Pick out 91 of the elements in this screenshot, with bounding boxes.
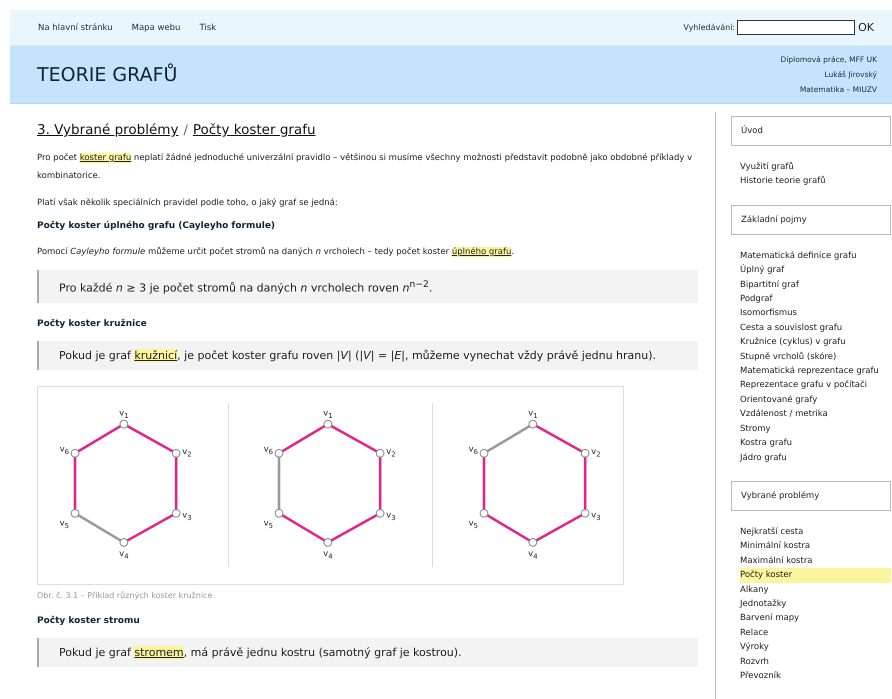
vertex-label: v$_{5}$ xyxy=(468,518,478,530)
graph-vertex xyxy=(528,420,537,429)
sidebar-item[interactable]: Stupně vrcholů (skóre) xyxy=(740,350,891,364)
breadcrumb-separator: / xyxy=(183,123,188,138)
sidebar-item[interactable]: Vzdálenost / metrika xyxy=(740,407,891,422)
sidebar-item[interactable]: Historie teorie grafů xyxy=(740,174,891,189)
vertex-label: v$_{3}$ xyxy=(590,510,600,522)
vertex-label: v$_{2}$ xyxy=(590,447,600,459)
graph-vertex xyxy=(376,449,385,458)
sidebar-item[interactable]: Matematická reprezentace grafu xyxy=(740,364,891,378)
graph-vertex xyxy=(324,538,333,547)
graph-vertex xyxy=(275,509,284,518)
vertex-label: v$_{4}$ xyxy=(119,549,129,561)
vertex-label: v$_{4}$ xyxy=(324,549,334,561)
graph-vertex xyxy=(479,449,488,458)
sidebar-item[interactable]: Matematická definice grafu xyxy=(740,248,891,264)
graph-vertex xyxy=(70,449,80,458)
sidebar-item[interactable]: Jednotažky xyxy=(740,596,891,612)
sidebar-item[interactable]: Relace xyxy=(740,626,891,640)
glossary-link[interactable]: stromem xyxy=(134,646,184,659)
graph-vertex xyxy=(324,420,333,429)
sidebar-section-heading[interactable]: Vybrané problémy xyxy=(731,480,891,511)
sidebar-item[interactable]: Cesta a souvislost grafu xyxy=(740,320,891,336)
figure-caption: Obr. č. 3.1 – Příklad různých koster kružnice xyxy=(37,590,214,600)
sidebar-item[interactable]: Podgraf xyxy=(740,292,891,306)
vertex-label: v$_{1}$ xyxy=(119,408,129,420)
nav-link[interactable]: Na hlavní stránku xyxy=(38,22,113,32)
sidebar-item[interactable]: Kostra grafu xyxy=(740,436,891,450)
vertex-label: v$_{6}$ xyxy=(264,444,274,456)
sidebar-item[interactable]: Barvení mapy xyxy=(740,611,891,626)
search-button[interactable]: OK xyxy=(857,21,892,34)
graph-vertex xyxy=(580,449,590,458)
nav-link[interactable]: Mapa webu xyxy=(132,22,180,32)
sidebar-section-heading[interactable]: Úvod xyxy=(731,116,891,146)
highlighted-rule: Pro každé n ≥ 3 je počet stromů na daných n vrcholech roven n$^{n−2}$. xyxy=(59,278,434,297)
graph-vertex xyxy=(275,449,284,458)
breadcrumb-link[interactable]: 3. Vybrané problémy xyxy=(37,122,178,138)
graph-vertex xyxy=(172,509,181,518)
sidebar-item[interactable]: Převozník xyxy=(740,668,891,684)
sidebar-item[interactable]: Minimální kostra xyxy=(740,539,891,554)
paragraph: Pro počet koster grafu neplatí žádné jednoduché univerzální pravidlo – většinou si musíme všechny možnosti představit podobně jako obdobné příklady v kombinatorice. xyxy=(37,152,694,183)
glossary-link[interactable]: kružnicí xyxy=(134,348,178,362)
sidebar-item[interactable]: Orientované grafy xyxy=(740,392,891,408)
vertex-label: v$_{2}$ xyxy=(182,447,192,459)
graph-vertex xyxy=(120,420,129,429)
section-heading: Počty koster kružnice xyxy=(37,318,148,329)
graph-vertex xyxy=(120,538,129,547)
nav-link[interactable]: Tisk xyxy=(199,22,216,32)
sidebar-item[interactable]: Úplný graf xyxy=(740,263,891,278)
sidebar-item[interactable]: Počty koster xyxy=(740,568,891,583)
vertex-label: v$_{3}$ xyxy=(182,510,192,522)
section-heading: Počty koster stromu xyxy=(37,616,141,626)
sidebar-item[interactable]: Kružnice (cyklus) v grafu xyxy=(740,335,891,350)
sidebar-item[interactable]: Jádro grafu xyxy=(740,450,891,465)
sidebar-item[interactable]: Reprezentace grafu v počítači xyxy=(740,378,891,393)
paragraph: Pomocí Cayleyho formule můžeme určit počet stromů na daných n vrcholech – tedy počet koster úplného grafu. xyxy=(37,246,516,259)
highlighted-rule: Pokud je graf kružnicí, je počet koster grafu roven |V| (|V| = |E|, můžeme vynechat vždy právě jednu hranu). xyxy=(59,348,658,364)
glossary-link[interactable]: úplného grafu xyxy=(452,247,512,257)
graph-vertex xyxy=(172,449,181,458)
sidebar-item[interactable]: Alkany xyxy=(740,582,891,597)
vertex-label: v$_{4}$ xyxy=(528,549,538,561)
section-heading: Počty koster úplného grafu (Cayleyho formule) xyxy=(37,221,276,231)
sidebar-item[interactable]: Maximální kostra xyxy=(740,554,891,568)
sidebar-section-heading[interactable]: Základní pojmy xyxy=(731,204,891,235)
vertex-label: v$_{5}$ xyxy=(60,518,70,530)
paragraph: Platí však několik speciálních pravidel podle toho, o jaký graf se jedná: xyxy=(37,197,339,210)
vertex-label: v$_{5}$ xyxy=(264,518,274,530)
search-field[interactable] xyxy=(737,20,856,35)
sidebar-item[interactable]: Stromy xyxy=(740,422,891,436)
vertex-label: v$_{1}$ xyxy=(528,408,538,420)
sidebar-item[interactable]: Isomorfismus xyxy=(740,306,891,321)
vertex-label: v$_{6}$ xyxy=(468,444,478,456)
breadcrumb-link[interactable]: Počty koster grafu xyxy=(192,122,316,138)
sidebar-item[interactable]: Rozvrh xyxy=(740,654,891,669)
graph-vertex xyxy=(376,509,385,518)
graph-vertex xyxy=(479,509,488,518)
vertex-label: v$_{6}$ xyxy=(60,444,70,456)
site-title: TEORIE GRAFŮ xyxy=(37,64,178,86)
vertex-label: v$_{1}$ xyxy=(324,408,334,420)
graph-vertex xyxy=(70,509,80,518)
vertex-label: v$_{2}$ xyxy=(386,447,396,459)
highlighted-rule: Pokud je graf stromem, má právě jednu kostru (samotný graf je kostrou). xyxy=(59,644,463,661)
vertex-label: v$_{3}$ xyxy=(386,510,396,522)
sidebar-item[interactable]: Bipartitní graf xyxy=(740,278,891,292)
glossary-link[interactable]: koster grafu xyxy=(80,153,132,163)
graph-vertex xyxy=(528,538,537,547)
sidebar-item[interactable]: Využití grafů xyxy=(740,160,891,174)
graph-vertex xyxy=(580,509,590,518)
sidebar-item[interactable]: Výroky xyxy=(740,640,891,655)
sidebar-item[interactable]: Nejkratší cesta xyxy=(740,524,891,540)
search-label: Vyhledávání: xyxy=(683,23,736,32)
